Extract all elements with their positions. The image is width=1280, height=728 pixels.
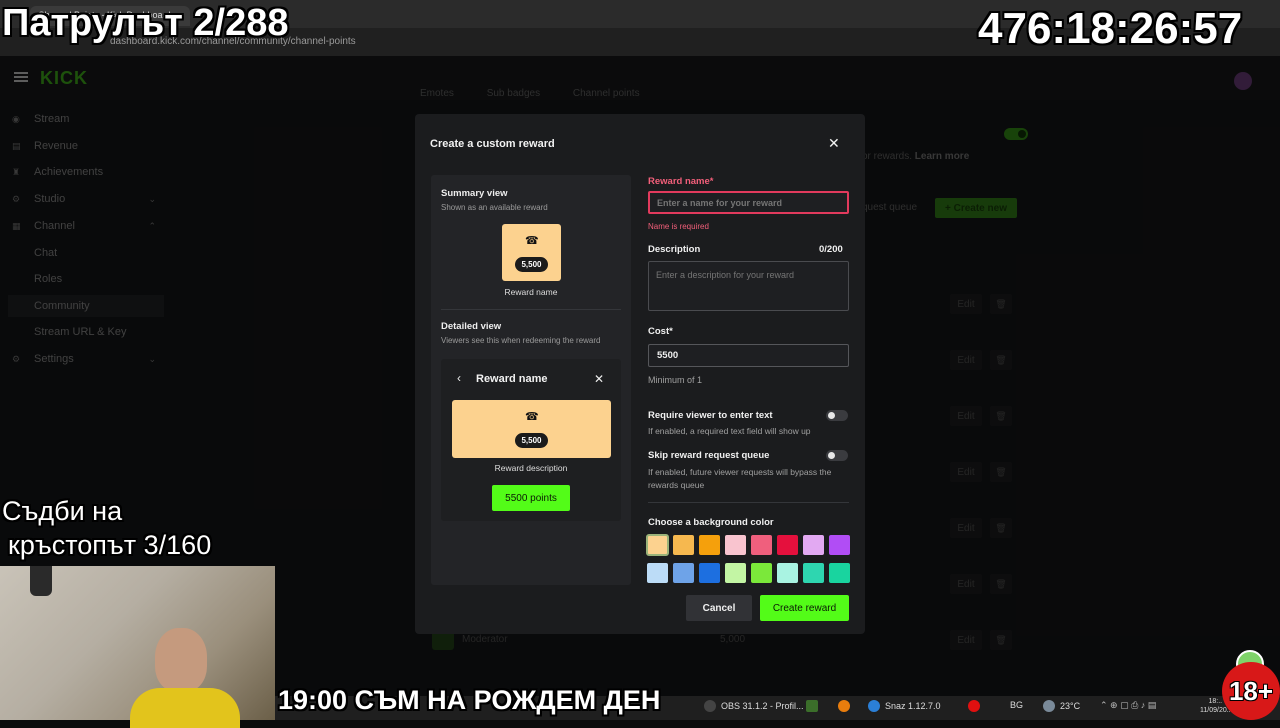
reward-name-input[interactable] (648, 191, 849, 214)
summary-view-subtitle: Shown as an available reward (441, 203, 548, 212)
cost-pill: 5,500 (515, 257, 548, 272)
detailed-view-subtitle: Viewers see this when redeeming the rewa… (441, 336, 601, 345)
detailed-reward-description: Reward description (494, 463, 568, 473)
skip-queue-label: Skip reward request queue (648, 450, 770, 461)
timer-overlay: 476:18:26:57 (978, 4, 1243, 53)
summary-reward-name: Reward name (504, 287, 558, 297)
color-swatch[interactable] (829, 563, 850, 583)
color-swatch[interactable] (647, 563, 668, 583)
summary-view-title: Summary view (441, 188, 508, 199)
detailed-reward-name: Reward name (476, 373, 548, 385)
cost-pill: 5,500 (515, 433, 548, 448)
cost-hint: Minimum of 1 (648, 375, 703, 385)
cost-label: Cost* (648, 326, 673, 337)
birthday-overlay: 19:00 СЪМ НА РОЖДЕМ ДЕН (278, 685, 661, 715)
snaz-icon (868, 700, 880, 712)
app-icon (806, 700, 818, 712)
taskbar-weather[interactable]: 23°C (1043, 700, 1080, 712)
description-char-count: 0/200 (819, 244, 843, 255)
webcam-person-shirt (130, 688, 240, 728)
description-input[interactable] (648, 261, 849, 311)
color-swatch[interactable] (777, 535, 798, 555)
color-swatch[interactable] (777, 563, 798, 583)
taskbar-app[interactable] (806, 700, 823, 712)
color-swatch[interactable] (751, 535, 772, 555)
skip-queue-hint: If enabled, future viewer requests will … (648, 467, 832, 490)
obs-icon (704, 700, 716, 712)
gift-icon: ☎ (525, 235, 539, 247)
redeem-points-button: 5500 points (492, 485, 570, 511)
require-text-toggle[interactable] (826, 410, 848, 421)
cancel-button[interactable]: Cancel (686, 595, 752, 621)
color-swatch[interactable] (673, 563, 694, 583)
color-swatch[interactable] (646, 534, 669, 556)
require-text-label: Require viewer to enter text (648, 410, 773, 421)
fates-counter-line1: Съдби на (2, 496, 123, 526)
color-swatch[interactable] (803, 563, 824, 583)
taskbar-blender[interactable] (838, 700, 855, 712)
color-swatch[interactable] (699, 563, 720, 583)
webcam-lamp (30, 566, 52, 596)
system-tray-icons[interactable]: ⌃ ⊕ ▢ ⎙ ♪ ▤ (1100, 700, 1156, 711)
taskbar-snaz[interactable]: Snaz 1.12.7.0 (868, 700, 941, 712)
patrol-counter-overlay: Патрулът 2/288 (2, 2, 289, 44)
taskbar-obs[interactable]: OBS 31.1.2 - Profil... (704, 700, 804, 712)
taskbar-record[interactable] (968, 700, 985, 712)
description-label: Description (648, 244, 701, 255)
require-text-hint: If enabled, a required text field will s… (648, 426, 811, 436)
color-swatch[interactable] (725, 563, 746, 583)
create-reward-button[interactable]: Create reward (760, 595, 849, 621)
divider (648, 502, 849, 503)
detailed-view-title: Detailed view (441, 321, 502, 332)
record-icon (968, 700, 980, 712)
color-swatch[interactable] (829, 535, 850, 555)
detailed-reward-card: ☎ 5,500 (452, 400, 611, 458)
taskbar-language[interactable]: BG (1010, 700, 1023, 710)
name-error-message: Name is required (648, 222, 709, 231)
reward-name-label: Reward name* (648, 176, 714, 187)
close-icon: ✕ (594, 372, 605, 386)
close-icon[interactable]: ✕ (828, 136, 840, 150)
fates-counter-line2: кръстопът 3/160 (8, 530, 212, 560)
color-swatch[interactable] (725, 535, 746, 555)
color-swatch[interactable] (803, 535, 824, 555)
background-color-label: Choose a background color (648, 517, 774, 528)
webcam-person-head (155, 628, 207, 692)
color-swatch[interactable] (673, 535, 694, 555)
skip-queue-toggle[interactable] (826, 450, 848, 461)
color-swatch[interactable] (751, 563, 772, 583)
summary-reward-card: ☎ 5,500 (502, 224, 561, 281)
cloud-icon (1043, 700, 1055, 712)
modal-title: Create a custom reward (430, 138, 555, 150)
chevron-left-icon: ‹ (457, 371, 461, 385)
divider (441, 309, 621, 310)
age-rating-badge: 18+ (1222, 662, 1280, 720)
gift-icon: ☎ (525, 411, 539, 423)
cost-input[interactable] (648, 344, 849, 367)
color-swatch[interactable] (699, 535, 720, 555)
blender-icon (838, 700, 850, 712)
